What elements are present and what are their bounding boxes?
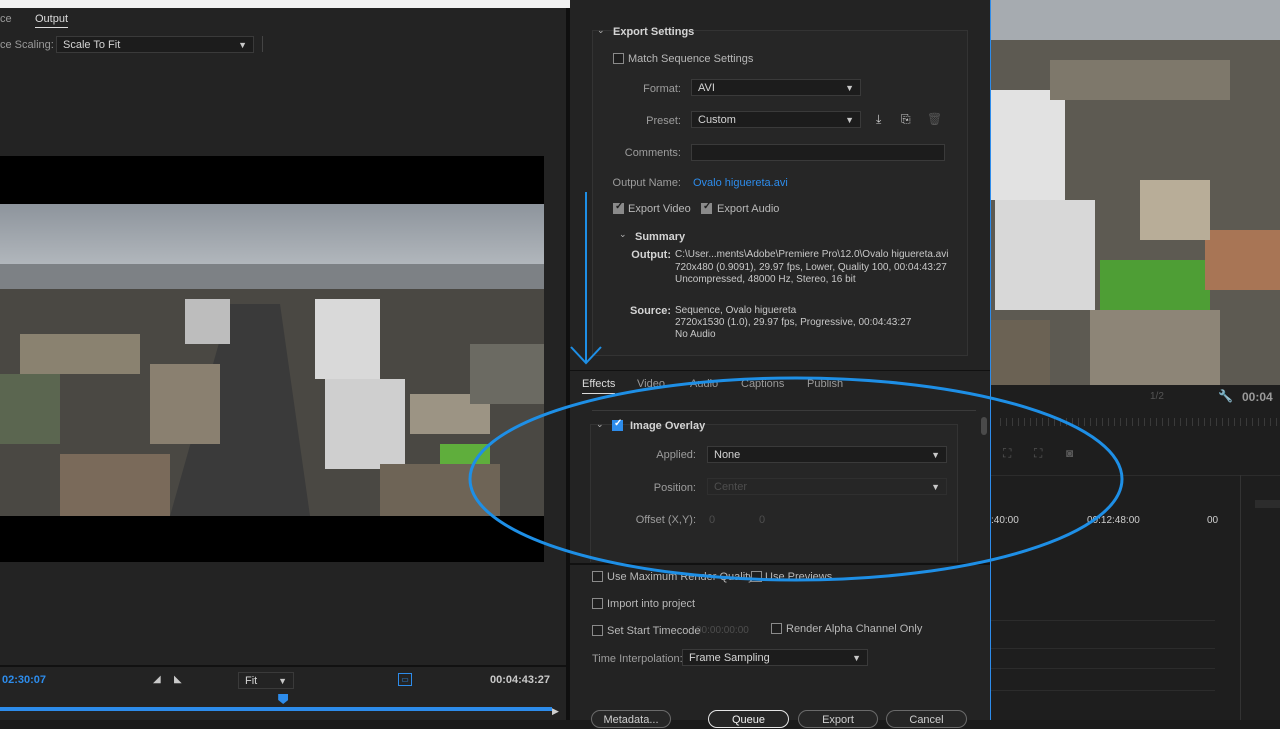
annotation-ellipse — [468, 376, 1124, 582]
annotation-overlay — [468, 192, 1124, 582]
